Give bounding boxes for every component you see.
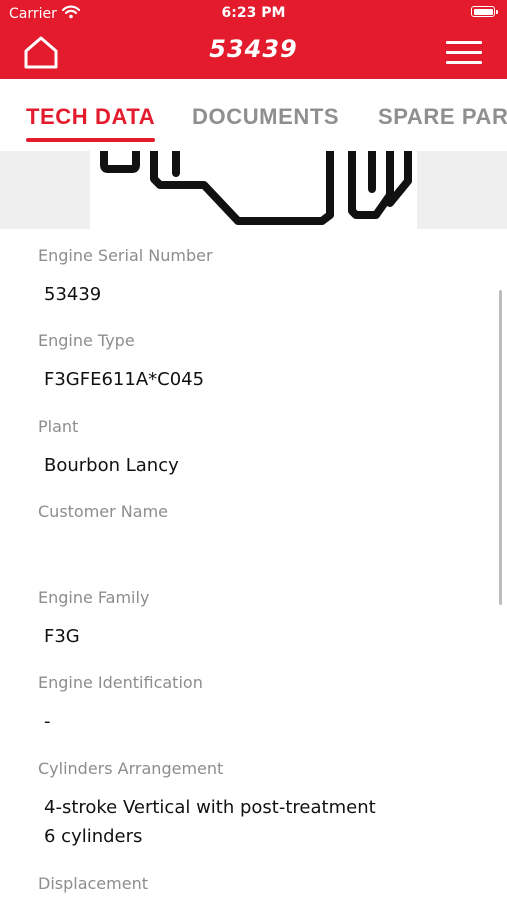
field-value: 53439 [44, 284, 102, 305]
field-label: Engine Type [38, 331, 135, 350]
field-value: - [44, 711, 51, 732]
field-value: Bourbon Lancy [44, 455, 179, 476]
field-label: Engine Identification [38, 673, 203, 692]
engine-drawing [100, 151, 412, 225]
field-label: Customer Name [38, 502, 169, 521]
battery-icon [471, 6, 498, 17]
app-header: Carrier 6:23 PM 53439 [0, 0, 507, 79]
field-value: F3G [44, 626, 80, 647]
field-label: Cylinders Arrangement [38, 759, 224, 778]
field-value-line2: 6 cylinders [44, 826, 143, 847]
status-bar: Carrier 6:23 PM [0, 0, 507, 28]
field-value: 4-stroke Vertical with post-treatment [44, 797, 376, 818]
engine-image [0, 151, 507, 229]
page-title: 53439 [209, 35, 298, 63]
field-label: Engine Family [38, 588, 150, 607]
active-tab-indicator [26, 138, 155, 142]
status-time: 6:23 PM [221, 5, 286, 21]
field-label: Plant [38, 417, 79, 436]
scrollbar[interactable] [499, 290, 502, 605]
hamburger-menu-icon[interactable] [444, 38, 484, 66]
tab-bar: TECH DATA DOCUMENTS SPARE PARTS [0, 79, 507, 151]
tab-tech-data[interactable]: TECH DATA [26, 104, 155, 130]
tab-documents[interactable]: DOCUMENTS [192, 104, 339, 130]
field-label: Displacement [38, 874, 148, 893]
tab-spare-parts[interactable]: SPARE PARTS [378, 104, 507, 130]
field-label: Engine Serial Number [38, 246, 213, 265]
field-value: F3GFE611A*C045 [44, 369, 205, 390]
